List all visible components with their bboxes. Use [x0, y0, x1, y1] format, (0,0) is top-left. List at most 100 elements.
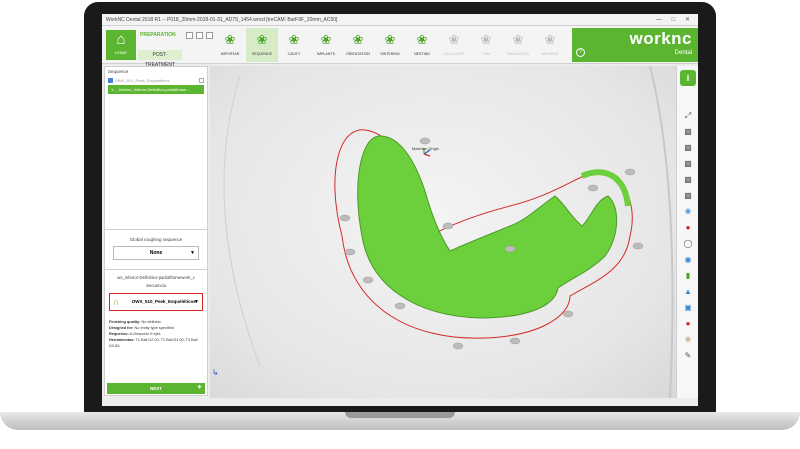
tool-calculate: ❀ CALCULATE: [438, 28, 470, 62]
pin: [562, 310, 574, 318]
chevron-down-icon: ▼: [190, 250, 195, 256]
tooth-cavity-icon: ❀: [288, 32, 300, 47]
home-button[interactable]: ⌂ HOME: [106, 30, 136, 60]
info-line: Herramientas: T1 Ball D2.00; T2 Ball D1.…: [109, 338, 198, 348]
edit-icon[interactable]: ✎: [682, 350, 694, 362]
tool-sintering[interactable]: ❀ SINTERING: [374, 28, 406, 62]
add-icon[interactable]: [199, 77, 204, 83]
calculate-icon: ❀: [448, 32, 460, 47]
part-name: wo_inferior-Definitivo-partialframework_…: [117, 275, 195, 280]
wand-icon: ✦: [196, 385, 202, 391]
home-label: HOME: [115, 50, 127, 55]
home-icon: ⌂: [116, 31, 126, 48]
cad-icon[interactable]: ▣: [682, 302, 694, 314]
section-label: PREPARATION: [140, 32, 176, 38]
global-roughing-label: Global roughing sequence: [129, 237, 183, 242]
right-toolbar: i ⤢ ▩ ▩ ▩ ▩ ▩ ❀ ● ◯ ◉ ▮ ▲ ▣ ● ❀ ✎: [676, 66, 698, 398]
brand-sub: Dental: [674, 50, 692, 56]
tool-implants[interactable]: ❀ IMPLANTS: [310, 28, 342, 62]
top-view-icon[interactable]: ▩: [682, 158, 694, 170]
arch-icon: ∩: [113, 297, 120, 307]
back-view-icon[interactable]: ▩: [682, 190, 694, 202]
tooth-red-icon[interactable]: ●: [682, 222, 694, 234]
pin: [344, 248, 356, 256]
side-view-icon[interactable]: ▩: [682, 174, 694, 186]
tool-nesting[interactable]: ❀ NESTING: [406, 28, 438, 62]
ribbon-tools: ❀ IMPORTAR ❀ SEQUENCE ❀ CAVITY ❀ IMPLANTS ❀ O…: [214, 28, 566, 62]
ring-icon[interactable]: ◯: [682, 238, 694, 250]
machine-icon: ❀: [544, 32, 556, 47]
pin: [624, 168, 636, 176]
nesting-icon: ❀: [416, 32, 428, 47]
fit-view-icon[interactable]: ⤢: [682, 110, 694, 122]
pin: [419, 137, 431, 145]
cam-icon: ❀: [480, 32, 492, 47]
ribbon: ⌂ HOME PREPARATION POST-TREATMENT ❀ IMPOR…: [102, 26, 698, 68]
tool-cavity[interactable]: ❀ CAVITY: [278, 28, 310, 62]
secuencia-value: DWX_510_Peek_Esqueléticos: [132, 299, 196, 304]
tooth-view-icon[interactable]: ❀: [682, 206, 694, 218]
tool-orientation[interactable]: ❀ ORIENTATION: [342, 28, 374, 62]
next-label: NEXT: [149, 386, 162, 391]
window-titlebar: WorkNC Dental 2018 R1 -- P018_20mm-2018-…: [102, 14, 698, 26]
open-icon[interactable]: [196, 32, 203, 39]
probe-icon[interactable]: ▲: [682, 286, 694, 298]
global-roughing-select[interactable]: None ▼: [113, 246, 199, 260]
app-window: WorkNC Dental 2018 R1 -- P018_20mm-2018-…: [102, 14, 698, 406]
window-title: WorkNC Dental 2018 R1 -- P018_20mm-2018-…: [106, 17, 338, 23]
left-panel: Sequence DWX_510_Peek_Esqueléticos 1 - _…: [104, 66, 208, 396]
guide-arc: [223, 75, 261, 367]
sequence-title: Sequence: [108, 69, 129, 74]
sintering-icon: ❀: [384, 32, 396, 47]
sequence-item[interactable]: 1 - _Inferior_Inferior-Definitivo-partia…: [108, 85, 204, 94]
axis-triad-icon: ↳: [212, 368, 219, 377]
pin: [632, 242, 644, 250]
pin: [339, 214, 351, 222]
alert-icon[interactable]: ●: [682, 318, 694, 330]
green-framework: [357, 135, 618, 319]
pin: [394, 302, 406, 310]
3d-viewport[interactable]: Machine Origin: [210, 66, 676, 398]
guide-arc: [649, 66, 674, 398]
implant-icon: ❀: [320, 32, 332, 47]
sequence-row[interactable]: DWX_510_Peek_Esqueléticos: [108, 77, 204, 83]
tooth-sequence-icon: ❀: [256, 32, 268, 47]
pin: [504, 245, 516, 253]
pin: [452, 342, 464, 350]
iso-view-icon[interactable]: ▩: [682, 126, 694, 138]
info-icon[interactable]: i: [680, 70, 696, 86]
orientation-icon: ❀: [352, 32, 364, 47]
tool-sequence[interactable]: ❀ SEQUENCE: [246, 28, 278, 62]
pin: [442, 222, 454, 230]
secuencia-label: Secuencia: [145, 283, 167, 288]
save-icon[interactable]: [186, 32, 193, 39]
tooth-beige-icon[interactable]: ❀: [682, 334, 694, 346]
tool-cam: ❀ CAM: [470, 28, 502, 62]
machine-origin-label: Machine Origin: [412, 146, 439, 151]
tool-simulation: ❀ SIMULATION: [502, 28, 534, 62]
tab-post-treatment[interactable]: POST-TREATMENT: [138, 50, 182, 68]
front-view-icon[interactable]: ▩: [682, 142, 694, 154]
dental-model: [223, 66, 674, 398]
window-controls[interactable]: — □ ✕: [656, 14, 694, 26]
pin: [362, 276, 374, 284]
pin: [587, 184, 599, 192]
blue-circle-icon[interactable]: ◉: [682, 254, 694, 266]
info-block: Finishing quality: No definido Designed …: [109, 319, 205, 349]
secuencia-select[interactable]: ∩ DWX_510_Peek_Esqueléticos ▼: [109, 293, 203, 311]
pin: [509, 337, 521, 345]
settings-icon[interactable]: [206, 32, 213, 39]
tool-importar[interactable]: ❀ IMPORTAR: [214, 28, 246, 62]
divider: [105, 229, 207, 230]
simulation-icon: ❀: [512, 32, 524, 47]
cylinder-icon[interactable]: ▮: [682, 270, 694, 282]
blue-square-icon: [108, 77, 113, 83]
sequence-row-label: DWX_510_Peek_Esqueléticos: [115, 77, 170, 83]
next-button[interactable]: NEXT ✦: [107, 383, 205, 394]
tooth-import-icon: ❀: [224, 32, 236, 47]
chevron-down-icon: ▼: [194, 299, 199, 305]
global-roughing-value: None: [149, 250, 163, 256]
divider: [105, 269, 207, 270]
help-icon[interactable]: ?: [576, 48, 585, 57]
tool-machine: ❀ MACHINE: [534, 28, 566, 62]
